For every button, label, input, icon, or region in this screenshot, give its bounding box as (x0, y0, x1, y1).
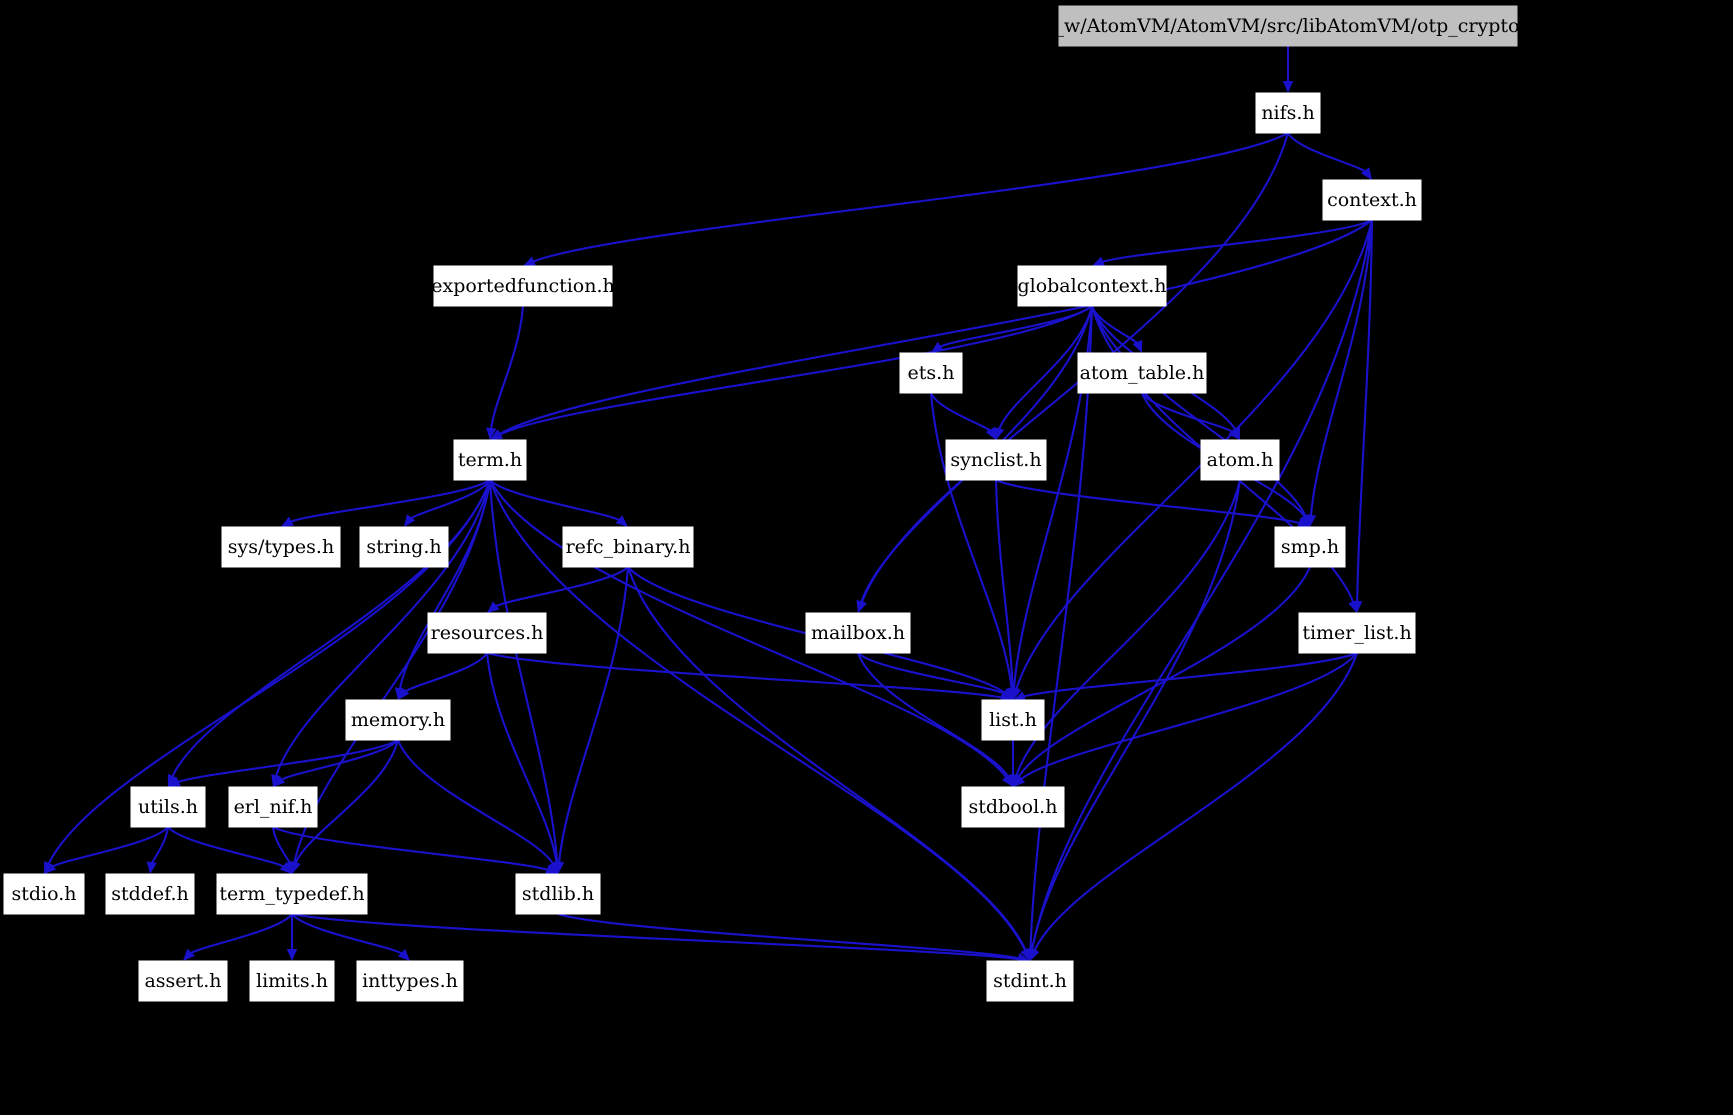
node-label-term: term.h (458, 449, 522, 471)
node-label-systypes: sys/types.h (228, 536, 334, 558)
node-ets[interactable]: ets.h (899, 352, 963, 394)
node-refc_binary[interactable]: refc_binary.h (562, 526, 694, 568)
node-label-stddef: stddef.h (111, 883, 189, 905)
node-timer_list[interactable]: timer_list.h (1298, 612, 1416, 654)
node-root[interactable]: /__w/AtomVM/AtomVM/src/libAtomVM/otp_cry… (1039, 5, 1538, 47)
node-label-resources: resources.h (431, 622, 544, 644)
node-mailbox[interactable]: mailbox.h (805, 612, 911, 654)
node-label-assert: assert.h (144, 970, 221, 992)
node-term[interactable]: term.h (453, 439, 527, 481)
node-atom[interactable]: atom.h (1200, 439, 1280, 481)
node-label-stdlib: stdlib.h (522, 883, 594, 905)
node-label-atom_table: atom_table.h (1080, 362, 1205, 384)
node-smp[interactable]: smp.h (1274, 526, 1346, 568)
node-label-timer_list: timer_list.h (1302, 622, 1411, 644)
node-term_typedef[interactable]: term_typedef.h (216, 873, 368, 915)
node-label-limits: limits.h (256, 970, 328, 992)
node-assert[interactable]: assert.h (138, 960, 228, 1002)
node-label-ets: ets.h (908, 362, 955, 384)
node-label-nifs: nifs.h (1261, 102, 1314, 124)
node-label-string: string.h (366, 536, 441, 558)
node-label-exportedfunction: exportedfunction.h (431, 275, 615, 297)
node-stdio[interactable]: stdio.h (3, 873, 85, 915)
node-label-list: list.h (989, 709, 1037, 731)
include-dependency-graph: /__w/AtomVM/AtomVM/src/libAtomVM/otp_cry… (0, 0, 1733, 1115)
node-memory[interactable]: memory.h (345, 699, 451, 741)
node-utils[interactable]: utils.h (130, 786, 206, 828)
node-systypes[interactable]: sys/types.h (221, 526, 341, 568)
node-synclist[interactable]: synclist.h (945, 439, 1047, 481)
node-limits[interactable]: limits.h (249, 960, 335, 1002)
node-list[interactable]: list.h (981, 699, 1045, 741)
node-globalcontext[interactable]: globalcontext.h (1017, 265, 1167, 307)
node-label-synclist: synclist.h (950, 449, 1041, 471)
node-nifs[interactable]: nifs.h (1255, 92, 1321, 134)
node-label-root: /__w/AtomVM/AtomVM/src/libAtomVM/otp_cry… (1039, 15, 1538, 37)
node-stdint[interactable]: stdint.h (986, 960, 1074, 1002)
node-label-refc_binary: refc_binary.h (566, 536, 691, 558)
node-label-stdio: stdio.h (11, 883, 76, 905)
node-stddef[interactable]: stddef.h (105, 873, 195, 915)
node-atom_table[interactable]: atom_table.h (1077, 352, 1207, 394)
node-erl_nif[interactable]: erl_nif.h (228, 786, 318, 828)
node-label-atom: atom.h (1207, 449, 1274, 471)
node-stdbool[interactable]: stdbool.h (961, 786, 1065, 828)
node-inttypes[interactable]: inttypes.h (356, 960, 464, 1002)
node-label-smp: smp.h (1281, 536, 1339, 558)
node-label-erl_nif: erl_nif.h (234, 796, 313, 818)
node-label-context: context.h (1327, 189, 1417, 211)
node-label-term_typedef: term_typedef.h (219, 883, 364, 905)
node-label-inttypes: inttypes.h (362, 970, 458, 992)
node-label-stdbool: stdbool.h (969, 796, 1058, 818)
node-label-mailbox: mailbox.h (811, 622, 905, 644)
node-stdlib[interactable]: stdlib.h (515, 873, 601, 915)
node-resources[interactable]: resources.h (427, 612, 547, 654)
node-context[interactable]: context.h (1322, 179, 1422, 221)
node-string[interactable]: string.h (359, 526, 449, 568)
node-label-globalcontext: globalcontext.h (1017, 275, 1166, 297)
node-label-memory: memory.h (351, 709, 445, 731)
node-label-utils: utils.h (138, 796, 198, 818)
node-exportedfunction[interactable]: exportedfunction.h (431, 265, 615, 307)
node-label-stdint: stdint.h (993, 970, 1067, 992)
